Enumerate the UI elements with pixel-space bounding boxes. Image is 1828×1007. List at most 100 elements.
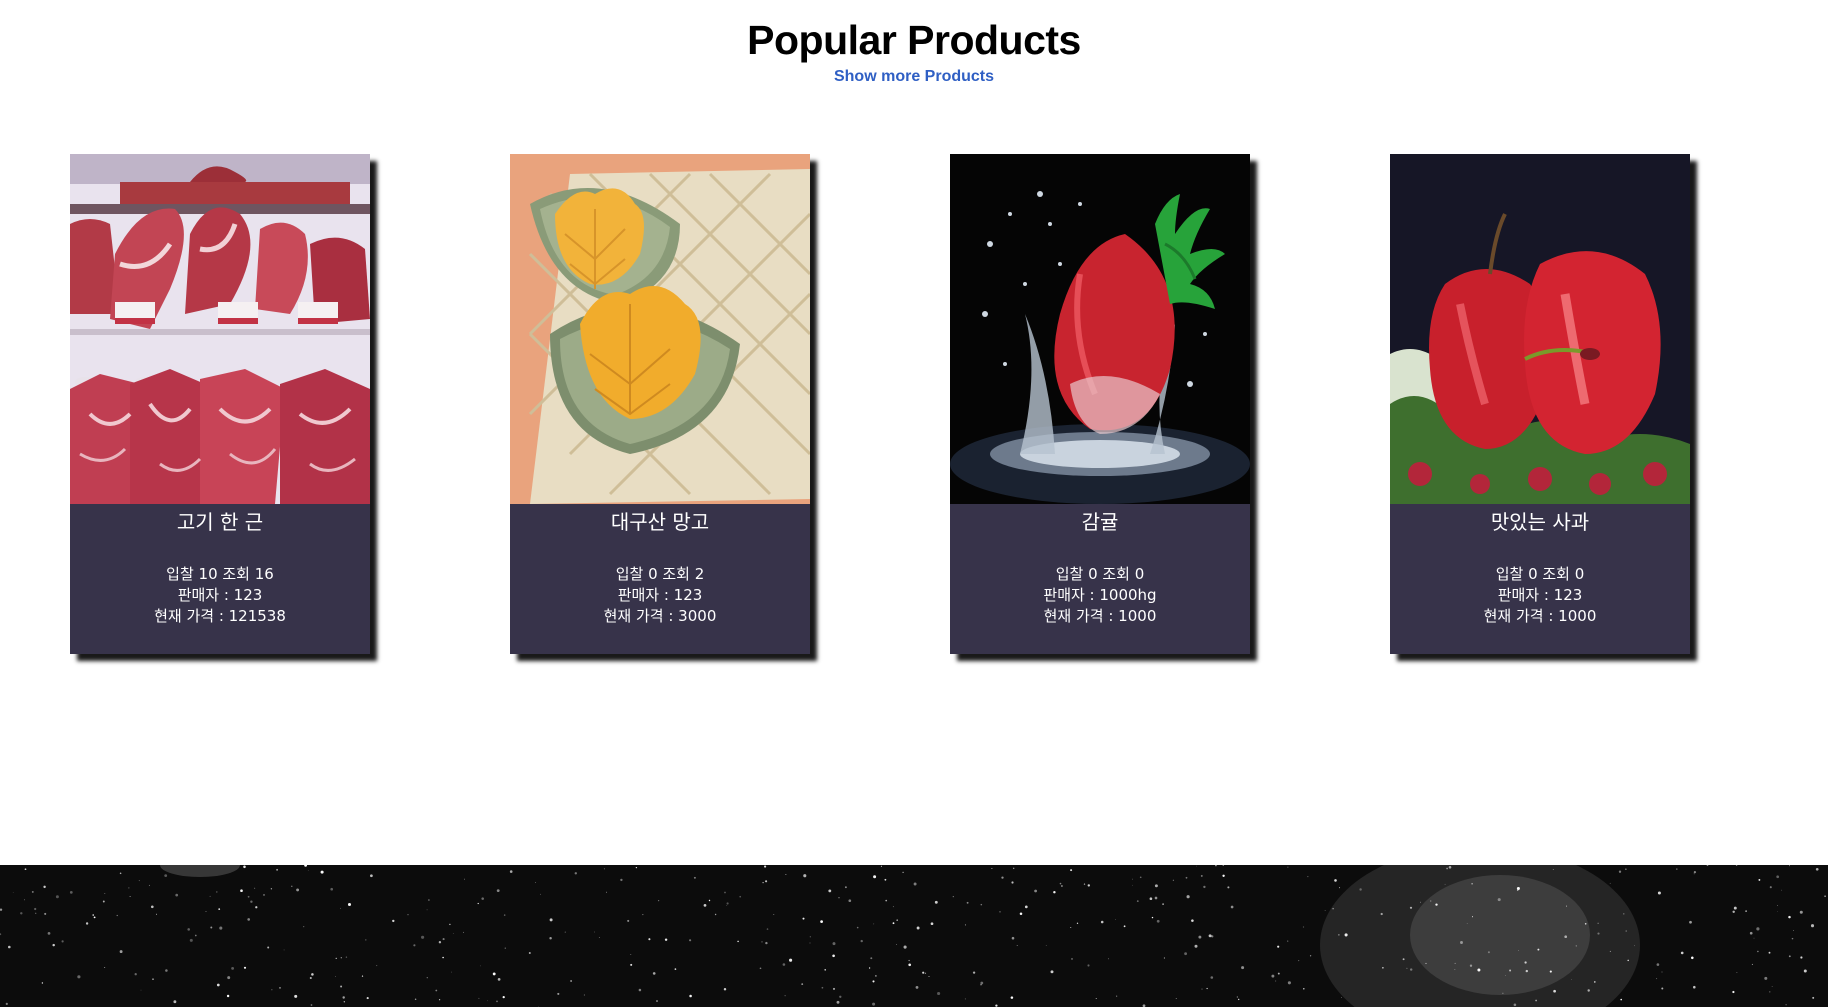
star-speck [1203, 885, 1206, 889]
star-speck [303, 926, 305, 928]
page-title: Popular Products [747, 17, 1081, 63]
star-speck [802, 917, 805, 920]
star-speck [307, 869, 309, 871]
star-speck [1210, 976, 1214, 979]
star-speck [535, 882, 536, 884]
star-speck [216, 891, 218, 893]
current-price: 현재 가격 : 3000 [603, 607, 717, 625]
star-speck [1195, 865, 1197, 867]
seller-label: 판매자 : 1000hg [1043, 586, 1157, 604]
star-speck [502, 995, 505, 999]
star-speck [1460, 941, 1463, 944]
star-speck [1535, 999, 1537, 1002]
star-speck [478, 997, 480, 999]
star-speck [148, 884, 150, 886]
star-speck [892, 922, 895, 925]
product-card[interactable]: 고기 한 근 입찰 10 조회 16 판매자 : 123 현재 가격 : 121… [70, 154, 370, 654]
star-speck [1241, 966, 1245, 970]
star-speck [892, 906, 894, 908]
star-speck [557, 992, 560, 995]
star-speck [481, 897, 484, 900]
star-speck [1359, 888, 1362, 891]
star-speck [24, 899, 26, 901]
star-speck [1824, 895, 1826, 898]
star-speck [1657, 891, 1661, 895]
show-more-products-link[interactable]: Show more Products [834, 68, 994, 86]
star-speck [35, 912, 37, 914]
star-speck [934, 900, 938, 904]
star-speck [1132, 884, 1133, 886]
star-speck [574, 872, 577, 875]
star-speck [1016, 945, 1018, 946]
star-speck [366, 997, 369, 1000]
star-speck [1303, 988, 1305, 990]
star-speck [421, 935, 425, 939]
star-speck [723, 987, 727, 991]
star-speck [1420, 901, 1422, 903]
star-speck [438, 999, 441, 1001]
star-speck [1011, 881, 1014, 884]
star-speck [1162, 903, 1164, 905]
star-speck [693, 876, 696, 879]
star-speck [980, 981, 984, 985]
star-speck [1287, 981, 1291, 985]
star-speck [1676, 868, 1678, 870]
star-speck [856, 926, 859, 929]
star-speck [1466, 923, 1468, 924]
star-speck [335, 957, 337, 959]
star-speck [116, 914, 118, 917]
star-speck [913, 882, 917, 886]
star-speck [361, 975, 364, 977]
star-speck [630, 954, 632, 955]
star-speck [1139, 876, 1142, 879]
star-speck [1001, 876, 1004, 879]
star-speck [1298, 960, 1300, 962]
star-speck [782, 963, 786, 966]
star-speck [164, 874, 168, 877]
product-card[interactable]: 맛있는 사과 입찰 0 조회 0 판매자 : 123 현재 가격 : 1000 [1390, 154, 1690, 654]
star-speck [219, 926, 223, 930]
star-speck [370, 874, 373, 878]
star-speck [1656, 978, 1658, 980]
star-speck [442, 938, 445, 941]
star-speck [438, 941, 442, 944]
star-speck [1769, 991, 1771, 993]
star-speck [821, 986, 824, 989]
star-speck [503, 914, 506, 916]
star-speck [1149, 897, 1153, 901]
section-header: Popular Products Show more Products [0, 14, 1828, 86]
star-speck [884, 878, 887, 881]
star-speck [218, 908, 221, 910]
star-speck [759, 967, 762, 970]
star-speck [276, 868, 279, 871]
star-speck [627, 919, 630, 922]
star-speck [1338, 934, 1340, 936]
star-speck [922, 971, 925, 974]
star-speck [335, 976, 336, 978]
star-speck [93, 916, 96, 919]
star-speck [365, 939, 367, 941]
star-speck [1758, 878, 1761, 881]
star-speck [839, 995, 842, 998]
star-speck [1198, 935, 1202, 939]
star-speck [809, 936, 811, 938]
star-speck [8, 945, 11, 949]
star-speck [1756, 927, 1760, 931]
star-speck [463, 931, 464, 933]
star-speck [1087, 884, 1090, 887]
product-card[interactable]: 대구산 망고 입찰 0 조회 2 판매자 : 123 현재 가격 : 3000 [510, 154, 810, 654]
star-speck [1777, 905, 1778, 906]
star-speck [714, 913, 717, 916]
star-speck [1800, 956, 1803, 959]
star-speck [1448, 866, 1452, 869]
star-speck [1012, 867, 1015, 870]
star-speck [1549, 970, 1552, 973]
star-speck [549, 936, 552, 940]
product-card[interactable]: 감귤 입찰 0 조회 0 판매자 : 1000hg 현재 가격 : 1000 [950, 154, 1250, 654]
star-speck [243, 865, 246, 869]
star-speck [226, 994, 230, 998]
star-speck [376, 965, 378, 967]
star-speck [838, 897, 840, 899]
star-speck [247, 918, 251, 921]
star-speck [1070, 927, 1072, 929]
